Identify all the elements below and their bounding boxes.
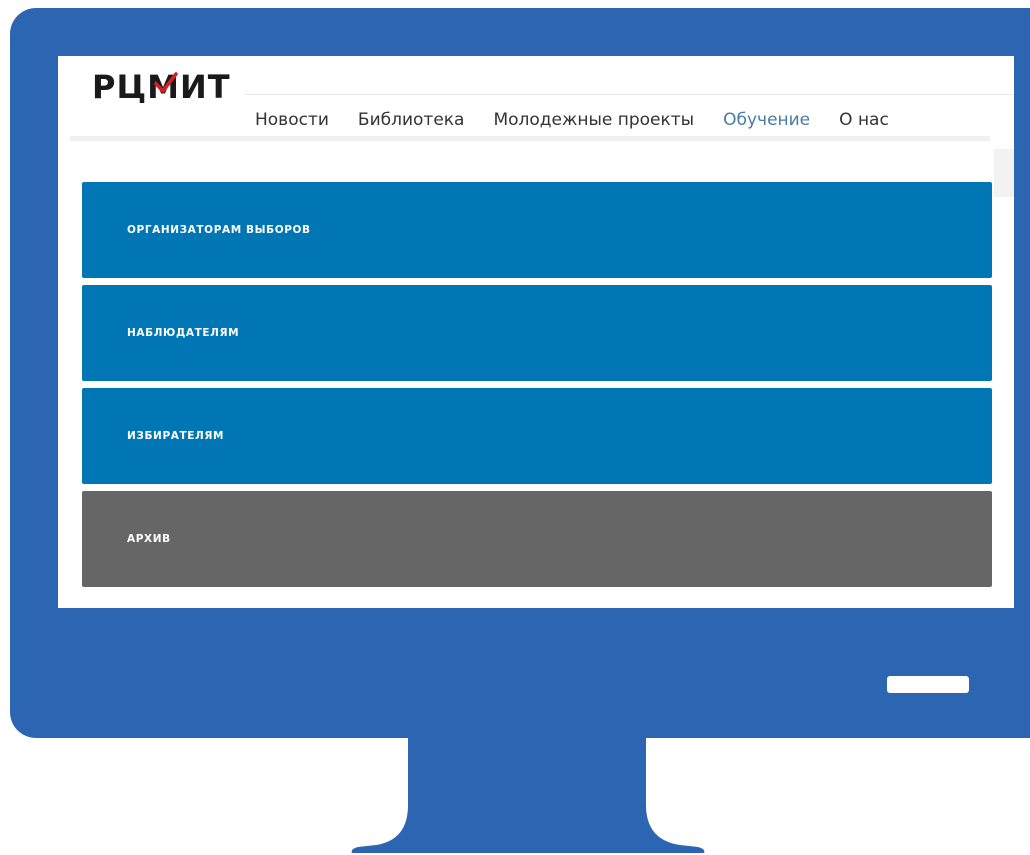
panel-archive[interactable]: АРХИВ: [82, 491, 992, 587]
main-nav: Новости Библиотека Молодежные проекты Об…: [255, 110, 918, 130]
accordion-panels: ОРГАНИЗАТОРАМ ВЫБОРОВ НАБЛЮДАТЕЛЯМ ИЗБИР…: [82, 182, 992, 594]
panel-election-organizers[interactable]: ОРГАНИЗАТОРАМ ВЫБОРОВ: [82, 182, 992, 278]
checkmark-icon: [154, 72, 178, 93]
nav-divider: [244, 94, 1014, 95]
nav-item-youth-projects[interactable]: Молодежные проекты: [493, 110, 694, 130]
panel-observers[interactable]: НАБЛЮДАТЕЛЯМ: [82, 285, 992, 381]
monitor-illustration: РЦМИТ Новости Библиотека Молодежные прое…: [0, 0, 1030, 855]
monitor-stand: [351, 735, 705, 853]
panel-label: ИЗБИРАТЕЛЯМ: [127, 430, 225, 442]
panel-label: АРХИВ: [127, 533, 171, 545]
panel-voters[interactable]: ИЗБИРАТЕЛЯМ: [82, 388, 992, 484]
monitor-frame: РЦМИТ Новости Библиотека Молодежные прое…: [10, 8, 1030, 738]
nav-item-news[interactable]: Новости: [255, 110, 329, 130]
monitor-screen: РЦМИТ Новости Библиотека Молодежные прое…: [58, 56, 1014, 608]
nav-item-library[interactable]: Библиотека: [358, 110, 465, 130]
panel-label: ОРГАНИЗАТОРАМ ВЫБОРОВ: [127, 224, 311, 236]
nav-item-education[interactable]: Обучение: [723, 110, 810, 130]
header-divider: [70, 136, 990, 141]
monitor-power-button: [887, 676, 969, 693]
side-tab: [994, 149, 1014, 197]
panel-label: НАБЛЮДАТЕЛЯМ: [127, 327, 240, 339]
nav-item-about[interactable]: О нас: [839, 110, 889, 130]
